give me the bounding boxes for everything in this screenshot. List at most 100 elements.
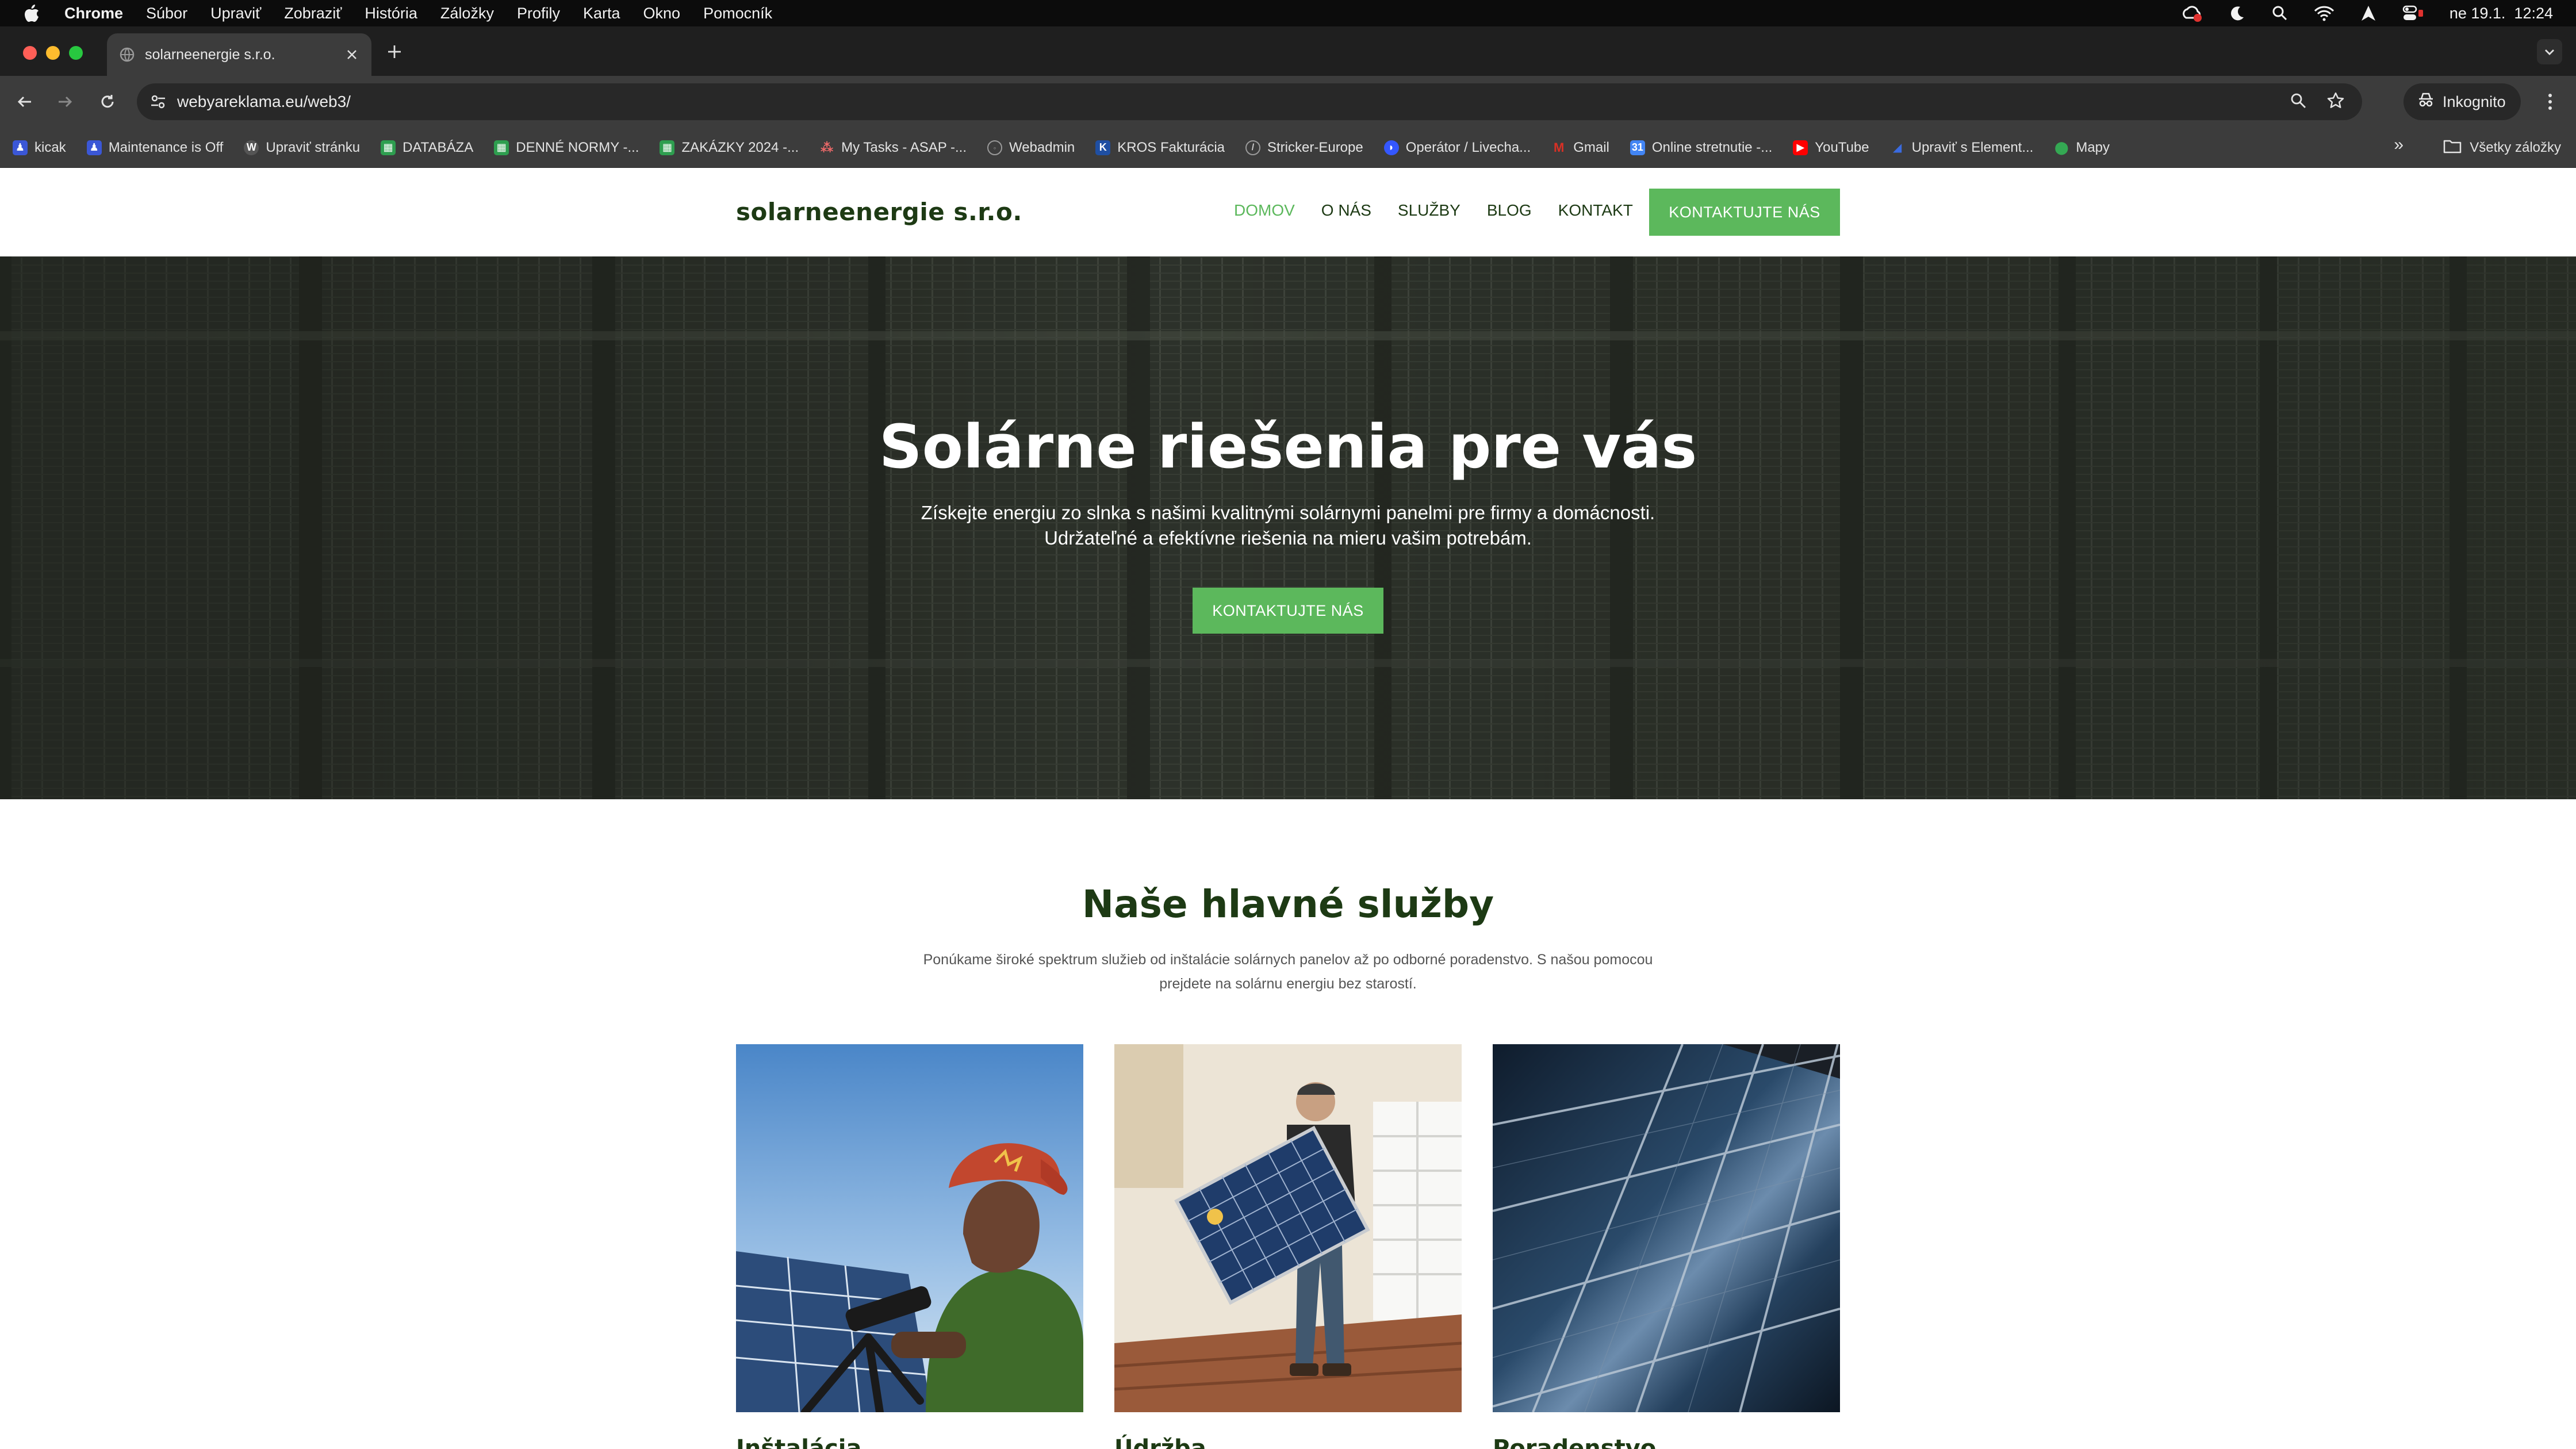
bookmarks-bar: ♟ kicak ♟ Maintenance is Off W Upraviť strá…	[0, 128, 2576, 168]
bookmark-online-stretnutie[interactable]: 31 Online stretnutie -...	[1630, 140, 1772, 156]
site-info-tune-icon[interactable]	[145, 89, 171, 115]
nav-kontakt[interactable]: KONTAKT	[1558, 201, 1633, 220]
bookmark-kicak[interactable]: ♟ kicak	[13, 140, 66, 156]
chrome-menu-kebab-icon[interactable]	[2537, 89, 2563, 115]
web-page-viewport: solarneenergie s.r.o. DOMOV O NÁS SLUŽBY…	[0, 168, 2576, 1449]
tab-close-icon[interactable]	[340, 43, 363, 66]
bookmark-stricker[interactable]: / Stricker-Europe	[1245, 140, 1363, 156]
site-header: solarneenergie s.r.o. DOMOV O NÁS SLUŽBY…	[0, 168, 2576, 256]
incognito-profile-button[interactable]: Inkognito	[2404, 83, 2521, 120]
menu-app-name[interactable]: Chrome	[64, 5, 123, 22]
service-card-title[interactable]: Údržba	[1114, 1435, 1206, 1449]
services-heading: Naše hlavné služby	[1082, 882, 1494, 926]
service-card-maintenance[interactable]	[1114, 1044, 1462, 1412]
creative-cloud-icon[interactable]	[2180, 4, 2203, 22]
solar-panel-closeup-image	[1493, 1044, 1840, 1412]
bookmark-my-tasks[interactable]: ⁂ My Tasks - ASAP -...	[819, 140, 967, 156]
nav-blog[interactable]: BLOG	[1487, 201, 1532, 220]
apple-menu-icon[interactable]	[22, 3, 41, 23]
spotlight-search-icon[interactable]	[2271, 5, 2288, 22]
youtube-icon: ▶	[1793, 140, 1808, 155]
person-icon: ♟	[13, 140, 28, 155]
service-card-title[interactable]: Inštalácia	[736, 1435, 861, 1449]
menubar-status-area: ne 19.1. 12:24	[2180, 0, 2553, 26]
bookmark-elementor[interactable]: ◢ Upraviť s Element...	[1890, 140, 2033, 156]
bookmark-upravit-stranku[interactable]: W Upraviť stránku	[244, 140, 360, 156]
clock-datetime[interactable]: ne 19.1. 12:24	[2450, 5, 2553, 22]
menu-edit[interactable]: Upraviť	[210, 5, 261, 22]
service-card-installation[interactable]	[736, 1044, 1083, 1412]
incognito-icon	[2417, 92, 2435, 112]
address-bar[interactable]: webyareklama.eu/web3/	[137, 83, 2362, 120]
menu-window[interactable]: Okno	[643, 5, 681, 22]
main-navigation: DOMOV O NÁS SLUŽBY BLOG KONTAKT	[1234, 201, 1633, 220]
hero-title: Solárne riešenia pre vás	[879, 412, 1697, 482]
tab-title: solarneenergie s.r.o.	[145, 46, 275, 63]
bookmark-star-icon[interactable]	[2326, 91, 2345, 113]
bookmark-kros[interactable]: K KROS Fakturácia	[1095, 140, 1225, 156]
gmail-icon: M	[1554, 140, 1565, 155]
menu-history[interactable]: História	[365, 5, 417, 22]
menu-file[interactable]: Súbor	[146, 5, 187, 22]
bookmark-maintenance[interactable]: ♟ Maintenance is Off	[86, 140, 223, 156]
location-icon[interactable]	[2360, 5, 2377, 22]
nav-o-nas[interactable]: O NÁS	[1321, 201, 1371, 220]
wifi-icon[interactable]	[2314, 5, 2334, 21]
wordpress-icon: W	[244, 140, 259, 155]
all-bookmarks-button[interactable]: Všetky záložky	[2443, 128, 2561, 168]
url-text[interactable]: webyareklama.eu/web3/	[177, 93, 2290, 111]
service-card-consulting[interactable]	[1493, 1044, 1840, 1412]
sheets-icon: ▦	[494, 140, 509, 155]
bookmarks-overflow-chevron-icon[interactable]: »	[2394, 135, 2404, 155]
site-logo[interactable]: solarneenergie s.r.o.	[736, 198, 1022, 226]
incognito-label: Inkognito	[2443, 93, 2506, 110]
back-arrow-icon[interactable]	[12, 89, 38, 115]
forward-arrow-icon[interactable]	[52, 89, 78, 115]
stricker-icon: /	[1245, 140, 1260, 155]
new-tab-plus-icon[interactable]	[382, 39, 407, 64]
reload-icon[interactable]	[94, 89, 121, 115]
bookmark-databaza[interactable]: ▦ DATABÁZA	[381, 140, 473, 156]
zoom-magnifier-icon[interactable]	[2290, 92, 2307, 112]
bookmark-zakazky-2024[interactable]: ▦ ZAKÁZKY 2024 -...	[660, 140, 799, 156]
menu-bookmarks[interactable]: Záložky	[440, 5, 494, 22]
header-contact-button[interactable]: KONTAKTUJTE NÁS	[1649, 189, 1840, 236]
nav-sluzby[interactable]: SLUŽBY	[1398, 201, 1460, 220]
sheets-icon: ▦	[660, 140, 675, 155]
window-close-button[interactable]	[23, 46, 37, 60]
bookmark-youtube[interactable]: ▶ YouTube	[1793, 140, 1869, 156]
menu-help[interactable]: Pomocník	[703, 5, 772, 22]
tab-search-chevron-icon[interactable]	[2537, 39, 2562, 64]
installer-photo-image	[736, 1044, 1083, 1412]
omnibox-actions	[2290, 91, 2345, 113]
asana-icon: ⁂	[820, 140, 834, 155]
bookmark-webadmin[interactable]: ◦ Webadmin	[987, 140, 1075, 156]
webadmin-icon: ◦	[987, 140, 1002, 155]
folder-icon	[2443, 139, 2462, 158]
calendar-icon: 31	[1630, 140, 1645, 155]
nav-domov[interactable]: DOMOV	[1234, 201, 1295, 220]
control-center-icon[interactable]	[2402, 5, 2424, 21]
service-card-title[interactable]: Poradenstvo	[1493, 1435, 1656, 1449]
globe-favicon-icon	[120, 47, 135, 62]
bookmark-denne-normy[interactable]: ▦ DENNÉ NORMY -...	[494, 140, 639, 156]
elementor-icon: ◢	[1892, 141, 1902, 154]
bookmark-gmail[interactable]: M Gmail	[1551, 140, 1609, 156]
sheets-icon: ▦	[381, 140, 396, 155]
menu-view[interactable]: Zobraziť	[284, 5, 342, 22]
hero-section: Solárne riešenia pre vás Získejte energi…	[0, 256, 2576, 799]
worker-carrying-panel-image	[1114, 1044, 1462, 1412]
window-minimize-button[interactable]	[46, 46, 60, 60]
menu-tab[interactable]: Karta	[583, 5, 620, 22]
hero-contact-button[interactable]: KONTAKTUJTE NÁS	[1193, 588, 1383, 634]
bookmark-livechat[interactable]: ◗ Operátor / Livecha...	[1383, 140, 1531, 156]
browser-tab-active[interactable]: solarneenergie s.r.o.	[107, 33, 371, 76]
macos-menubar: Chrome Súbor Upraviť Zobraziť História Z…	[0, 0, 2576, 26]
all-bookmarks-label: Všetky záložky	[2470, 140, 2561, 155]
maps-icon: ⬤	[2054, 140, 2069, 155]
dark-mode-icon[interactable]	[2229, 5, 2246, 22]
bookmark-mapy[interactable]: ⬤ Mapy	[2054, 140, 2110, 156]
window-zoom-button[interactable]	[69, 46, 83, 60]
kros-icon: K	[1095, 140, 1111, 155]
menu-profiles[interactable]: Profily	[517, 5, 560, 22]
